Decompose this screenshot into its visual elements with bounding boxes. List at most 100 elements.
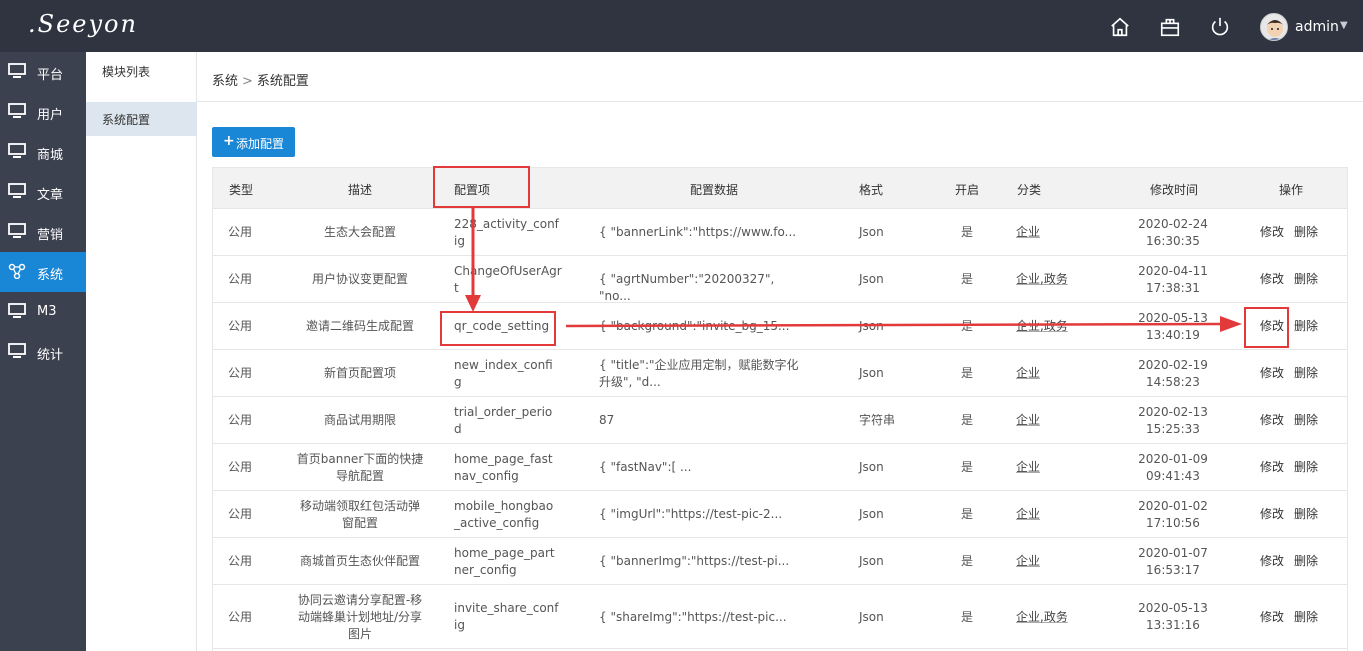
column-header-config-data: 配置数据 (690, 183, 739, 197)
edit-link[interactable]: 修改 (1260, 225, 1284, 239)
subnav-item-module-list[interactable]: 模块列表 (86, 54, 197, 88)
category-link[interactable]: 企业 (1016, 554, 1040, 568)
cell-format: Json (859, 506, 919, 523)
shop-icon[interactable] (1159, 16, 1181, 38)
cell-category: 企业 (1016, 506, 1126, 523)
delete-link[interactable]: 删除 (1294, 610, 1318, 624)
edit-link[interactable]: 修改 (1260, 413, 1284, 427)
cell-config-data-line: { "background":"invite_bg_15... (599, 319, 790, 333)
cell-config-data-line: { "shareImg":"https://test-pic... (599, 610, 787, 624)
edit-link[interactable]: 修改 (1260, 554, 1284, 568)
seeyon-logo[interactable]: .Seeyon (28, 10, 138, 38)
monitor-icon (8, 103, 26, 119)
category-link[interactable]: 政务 (1044, 272, 1068, 286)
sidebar-item-mall[interactable]: 商城 (0, 132, 86, 172)
cell-category: 企业,政务 (1016, 271, 1126, 288)
cell-config-key-line: d (454, 422, 462, 436)
cell-type-text: 公用 (227, 225, 252, 239)
monitor-icon (8, 143, 26, 159)
cell-enabled-text: 是 (960, 366, 973, 380)
cell-type: 公用 (213, 609, 267, 626)
category-link[interactable]: 企业 (1016, 507, 1040, 521)
category-link[interactable]: 企业 (1016, 460, 1040, 474)
category-link[interactable]: 企业 (1016, 610, 1040, 624)
cell-config-data-line: 87 (599, 413, 615, 427)
category-link[interactable]: 企业 (1016, 225, 1040, 239)
cell-format-text: Json (859, 319, 884, 333)
cell-description-line: 邀请二维码生成配置 (305, 319, 414, 333)
cell-format-text: Json (859, 460, 884, 474)
sidebar-item-statistics[interactable]: 统计 (0, 332, 86, 372)
cell-type: 公用 (213, 271, 267, 288)
cell-format-text: Json (859, 225, 884, 239)
delete-link[interactable]: 删除 (1294, 460, 1318, 474)
chevron-down-icon[interactable]: ▼ (1340, 20, 1348, 31)
edit-link[interactable]: 修改 (1260, 460, 1284, 474)
column-header-modified-time: 修改时间 (1150, 183, 1199, 197)
home-icon[interactable] (1109, 16, 1131, 38)
avatar[interactable] (1260, 13, 1288, 41)
delete-link[interactable]: 删除 (1294, 507, 1318, 521)
cell-format: Json (859, 365, 919, 382)
cell-config-key-line: home_page_fast (454, 452, 553, 466)
cell-actions: 修改 删除 (1260, 224, 1340, 241)
edit-link[interactable]: 修改 (1260, 507, 1284, 521)
cell-type-text: 公用 (227, 366, 252, 380)
category-link[interactable]: 企业 (1016, 319, 1040, 333)
cell-enabled-text: 是 (960, 413, 973, 427)
delete-link[interactable]: 删除 (1294, 272, 1318, 286)
sidebar-item-system[interactable]: 系统 (0, 252, 86, 292)
plus-icon: + (223, 133, 235, 149)
cell-description-line: 首页banner下面的快捷 (296, 452, 424, 466)
sub-sidebar: 模块列表 系统配置 (86, 52, 197, 651)
category-link[interactable]: 企业 (1016, 366, 1040, 380)
cell-config-key-line: 228_activity_conf (454, 217, 559, 231)
top-bar: .Seeyon admin ▼ (0, 0, 1363, 52)
cell-config-data: { "shareImg":"https://test-pic... (599, 609, 804, 626)
cell-config-data: 87 (599, 412, 804, 429)
cell-config-data: { "fastNav":[ ... (599, 459, 804, 476)
delete-link[interactable]: 删除 (1294, 366, 1318, 380)
sidebar-item-marketing[interactable]: 营销 (0, 212, 86, 252)
sidebar-item-users[interactable]: 用户 (0, 92, 86, 132)
delete-link[interactable]: 删除 (1294, 225, 1318, 239)
delete-link[interactable]: 删除 (1294, 413, 1318, 427)
cell-category: 企业 (1016, 553, 1126, 570)
breadcrumb-root[interactable]: 系统 (212, 74, 238, 89)
cell-config-data: { "title":"企业应用定制，赋能数字化 升级", "d... (599, 357, 804, 391)
cell-config-data-line: 升级", "d... (599, 375, 661, 389)
cell-config-key-line: new_index_confi (454, 358, 553, 372)
sidebar-item-m3[interactable]: M3 (0, 292, 86, 332)
cell-time: 16:30:35 (1146, 234, 1200, 248)
subnav-item-system-config[interactable]: 系统配置 (86, 102, 197, 136)
delete-link[interactable]: 删除 (1294, 554, 1318, 568)
cell-enabled-text: 是 (960, 272, 973, 286)
delete-link[interactable]: 删除 (1294, 319, 1318, 333)
user-name[interactable]: admin (1295, 19, 1339, 35)
edit-link[interactable]: 修改 (1260, 319, 1284, 333)
category-link[interactable]: 政务 (1044, 610, 1068, 624)
table-row: 公用 新首页配置项 new_index_confi g { "title":"企业应用定… (213, 350, 1347, 397)
monitor-icon (8, 183, 26, 199)
cell-type: 公用 (213, 459, 267, 476)
cell-format: Json (859, 553, 919, 570)
category-link[interactable]: 企业 (1016, 272, 1040, 286)
add-config-button[interactable]: + 添加配置 (212, 127, 295, 157)
category-link[interactable]: 政务 (1044, 319, 1068, 333)
config-table: 类型 描述 配置项 配置数据 格式 开启 分类 修改时间 操作 公用 生态大会配置… (212, 167, 1348, 651)
sidebar-item-articles[interactable]: 文章 (0, 172, 86, 212)
edit-link[interactable]: 修改 (1260, 272, 1284, 286)
cell-modified-time: 2020-04-11 17:38:31 (1113, 263, 1233, 297)
cell-description-line: 移动端领取红包活动弹 (299, 499, 420, 513)
cell-config-data: { "background":"invite_bg_15... (599, 318, 804, 335)
edit-link[interactable]: 修改 (1260, 366, 1284, 380)
cell-modified-time: 2020-05-13 13:40:19 (1113, 310, 1233, 344)
sidebar-item-label: 营销 (37, 228, 64, 243)
edit-link[interactable]: 修改 (1260, 610, 1284, 624)
sidebar-item-platform[interactable]: 平台 (0, 52, 86, 92)
power-icon[interactable] (1209, 16, 1231, 38)
cell-format: Json (859, 459, 919, 476)
category-link[interactable]: 企业 (1016, 413, 1040, 427)
subnav-item-label: 模块列表 (102, 65, 151, 79)
cell-description: 商城首页生态伙伴配置 (283, 553, 437, 570)
